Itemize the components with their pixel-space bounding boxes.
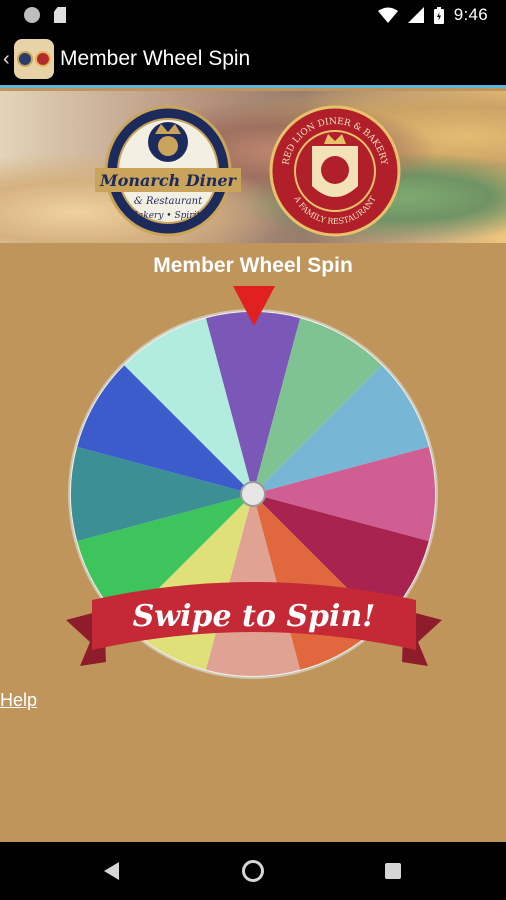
- monarch-diner-logo: Monarch Diner & Restaurant Bakery • Spir…: [95, 105, 241, 237]
- restaurant-banner: [0, 91, 506, 243]
- help-link[interactable]: Help: [0, 690, 37, 711]
- wifi-icon: [377, 7, 398, 23]
- back-chevron-icon[interactable]: ‹: [3, 48, 10, 71]
- app-toolbar: ‹ Member Wheel Spin: [0, 32, 506, 88]
- system-nav-bar: [0, 842, 506, 900]
- swipe-to-spin-label: Swipe to Spin!: [133, 599, 376, 634]
- app-logo-icon[interactable]: [14, 39, 54, 79]
- monarch-logo-tag: Bakery • Spirits: [130, 211, 205, 221]
- wheel-heading: Member Wheel Spin: [153, 254, 353, 277]
- battery-icon: [433, 6, 444, 24]
- cell-signal-icon: [407, 7, 424, 23]
- toolbar-title: Member Wheel Spin: [60, 47, 251, 70]
- nav-home-icon[interactable]: [242, 860, 264, 882]
- sd-card-icon: [54, 7, 66, 23]
- wheel-pointer-icon: [233, 286, 275, 326]
- nav-recents-icon[interactable]: [385, 863, 401, 879]
- swipe-to-spin-ribbon[interactable]: Swipe to Spin!: [66, 570, 442, 680]
- app-screen: 9:46 ‹ Member Wheel Spin Monarch Diner &…: [0, 0, 506, 900]
- status-time: 9:46: [453, 5, 488, 24]
- wheel-hub: [240, 481, 266, 507]
- monarch-logo-name: Monarch Diner: [99, 171, 238, 190]
- red-lion-diner-logo: RED LION DINER & BAKERY A FAMILY RESTAUR…: [269, 105, 401, 237]
- monarch-logo-sub: & Restaurant: [134, 196, 203, 207]
- nav-back-icon[interactable]: [104, 862, 119, 880]
- status-bar: 9:46: [0, 0, 506, 32]
- notification-dot-icon: [24, 7, 40, 23]
